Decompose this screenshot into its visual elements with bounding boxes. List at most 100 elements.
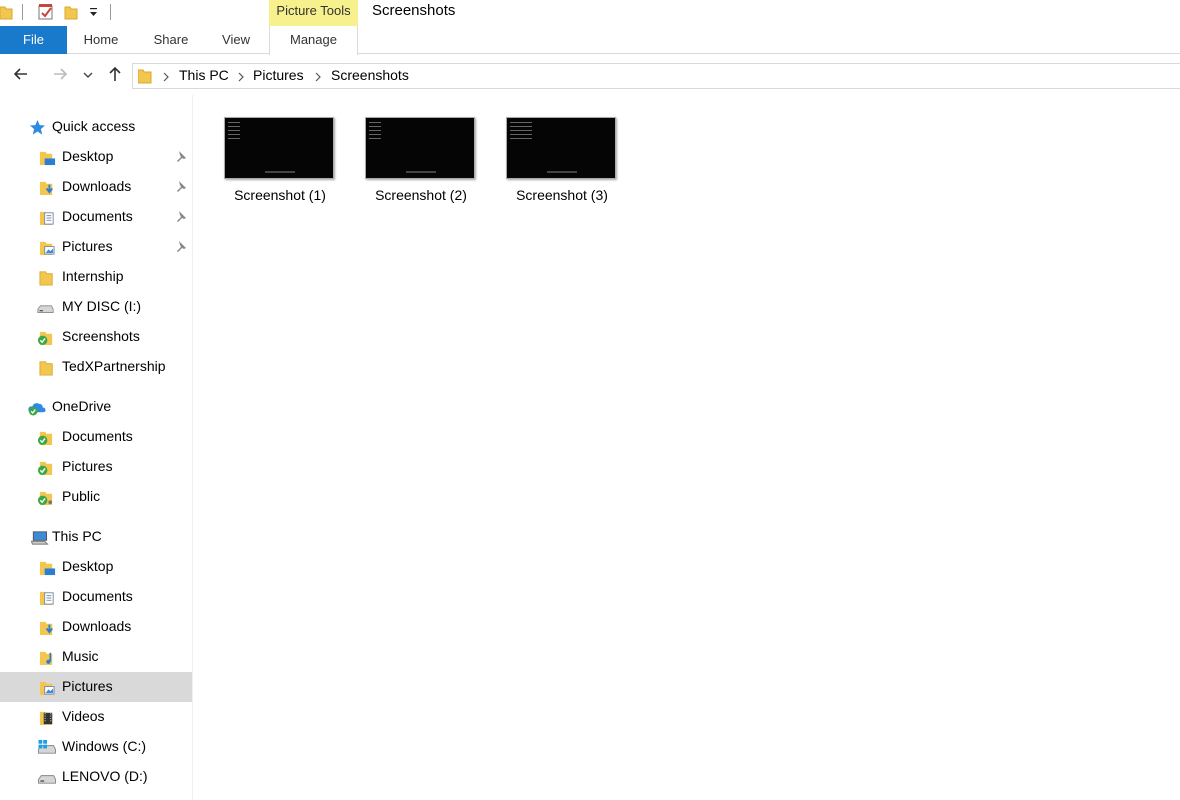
sidebar-item-lenovo-drive[interactable]: LENOVO (D:) bbox=[0, 762, 192, 792]
chevron-right-icon[interactable] bbox=[314, 72, 322, 82]
sidebar-item-pc-documents[interactable]: Documents bbox=[0, 582, 192, 612]
sidebar-item-label: This PC bbox=[52, 528, 102, 544]
sidebar-item-label: OneDrive bbox=[52, 398, 112, 414]
sidebar-item-label: Music bbox=[62, 648, 99, 664]
image-thumbnail bbox=[365, 117, 475, 179]
desktop-folder-icon bbox=[39, 561, 56, 576]
sidebar-item-label: Internship bbox=[62, 268, 124, 284]
sidebar-item-desktop[interactable]: Desktop bbox=[0, 142, 192, 172]
recent-locations-chevron-down-icon[interactable] bbox=[80, 63, 96, 85]
sidebar-item-label: Documents bbox=[62, 588, 133, 604]
sidebar-item-screenshots[interactable]: Screenshots bbox=[0, 322, 192, 352]
tab-share[interactable]: Share bbox=[140, 26, 202, 54]
file-name: Screenshot (2) bbox=[375, 187, 467, 203]
tab-home[interactable]: Home bbox=[70, 26, 132, 54]
sidebar-item-label: Screenshots bbox=[62, 328, 140, 344]
synced-folder-icon bbox=[37, 461, 53, 476]
computer-icon bbox=[30, 531, 49, 545]
up-icon[interactable] bbox=[104, 63, 126, 85]
sidebar-item-label: Quick access bbox=[52, 118, 136, 134]
pin-icon[interactable] bbox=[174, 240, 188, 254]
sidebar-item-windows-drive[interactable]: Windows (C:) bbox=[0, 732, 192, 762]
documents-folder-icon bbox=[39, 211, 54, 226]
file-list-view[interactable]: Screenshot (1) Screenshot (2) Screenshot… bbox=[200, 105, 1180, 800]
sidebar-item-documents[interactable]: Documents bbox=[0, 202, 192, 232]
sidebar-item-quick-access[interactable]: Quick access bbox=[0, 112, 192, 142]
forward-icon[interactable] bbox=[49, 63, 71, 85]
shared-folder-icon bbox=[37, 491, 53, 506]
file-name: Screenshot (1) bbox=[234, 187, 326, 203]
sidebar-item-label: LENOVO (D:) bbox=[62, 768, 148, 784]
sidebar-item-pictures[interactable]: Pictures bbox=[0, 232, 192, 262]
breadcrumb-screenshots[interactable]: Screenshots bbox=[331, 67, 409, 83]
tab-view[interactable]: View bbox=[205, 26, 267, 54]
sidebar-item-internship[interactable]: Internship bbox=[0, 262, 192, 292]
navigation-pane: Quick access Desktop Downloads Documents bbox=[0, 112, 192, 800]
drive-icon bbox=[37, 305, 54, 314]
sidebar-item-label: Downloads bbox=[62, 178, 132, 194]
tab-file[interactable]: File bbox=[0, 26, 67, 54]
file-item[interactable]: Screenshot (3) bbox=[506, 117, 630, 227]
sidebar-item-pc-music[interactable]: Music bbox=[0, 642, 192, 672]
windows-drive-icon bbox=[38, 739, 56, 754]
sidebar-item-label: Pictures bbox=[62, 678, 113, 694]
picture-tools-context-label: Picture Tools bbox=[269, 0, 358, 26]
sidebar-item-downloads[interactable]: Downloads bbox=[0, 172, 192, 202]
pin-icon[interactable] bbox=[174, 210, 188, 224]
sidebar-item-onedrive-pictures[interactable]: Pictures bbox=[0, 452, 192, 482]
folder-icon bbox=[39, 361, 53, 376]
folder-icon bbox=[0, 6, 13, 20]
sidebar-item-label: Public bbox=[62, 488, 101, 504]
customize-toolbar-icon[interactable] bbox=[88, 6, 98, 18]
sidebar-item-onedrive-documents[interactable]: Documents bbox=[0, 422, 192, 452]
onedrive-cloud-icon bbox=[28, 403, 46, 416]
sidebar-item-my-disc[interactable]: MY DISC (I:) bbox=[0, 292, 192, 322]
sidebar-item-label: TedXPartnership bbox=[62, 358, 166, 374]
pictures-folder-icon bbox=[39, 681, 55, 696]
downloads-folder-icon bbox=[39, 621, 53, 636]
synced-folder-icon bbox=[37, 331, 53, 346]
drive-icon bbox=[38, 775, 56, 784]
folder-icon bbox=[138, 69, 152, 84]
pane-divider[interactable] bbox=[192, 95, 193, 800]
sidebar-item-label: Desktop bbox=[62, 148, 114, 164]
sidebar-item-pc-downloads[interactable]: Downloads bbox=[0, 612, 192, 642]
music-folder-icon bbox=[39, 651, 53, 666]
chevron-right-icon[interactable] bbox=[237, 72, 245, 82]
sidebar-item-onedrive-public[interactable]: Public bbox=[0, 482, 192, 512]
sidebar-item-pc-videos[interactable]: Videos bbox=[0, 702, 192, 732]
sidebar-item-onedrive[interactable]: OneDrive bbox=[0, 392, 192, 422]
sidebar-item-label: Pictures bbox=[62, 238, 113, 254]
star-icon bbox=[29, 119, 46, 135]
downloads-folder-icon bbox=[39, 181, 53, 196]
sidebar-item-label: Documents bbox=[62, 208, 133, 224]
pin-icon[interactable] bbox=[174, 180, 188, 194]
documents-folder-icon bbox=[39, 591, 54, 606]
navigation-bar: This PC Pictures Screenshots bbox=[0, 55, 1180, 95]
toolbar-separator bbox=[110, 4, 111, 20]
folder-icon bbox=[39, 271, 53, 286]
new-folder-icon[interactable] bbox=[64, 4, 78, 20]
pictures-folder-icon bbox=[39, 241, 55, 256]
synced-folder-icon bbox=[37, 431, 53, 446]
toolbar-separator bbox=[22, 4, 23, 20]
sidebar-item-pc-desktop[interactable]: Desktop bbox=[0, 552, 192, 582]
chevron-right-icon[interactable] bbox=[162, 72, 170, 82]
tab-manage[interactable]: Manage bbox=[269, 26, 358, 55]
videos-folder-icon bbox=[39, 711, 53, 726]
breadcrumb-pictures[interactable]: Pictures bbox=[253, 67, 304, 83]
address-bar[interactable]: This PC Pictures Screenshots bbox=[132, 63, 1180, 89]
sidebar-item-tedxpartnership[interactable]: TedXPartnership bbox=[0, 352, 192, 382]
window-title: Screenshots bbox=[372, 2, 456, 19]
sidebar-item-label: Pictures bbox=[62, 458, 113, 474]
file-item[interactable]: Screenshot (1) bbox=[224, 117, 348, 227]
back-icon[interactable] bbox=[10, 63, 32, 85]
breadcrumb-this-pc[interactable]: This PC bbox=[179, 67, 229, 83]
properties-icon[interactable] bbox=[37, 3, 55, 21]
sidebar-item-label: Windows (C:) bbox=[62, 738, 147, 754]
sidebar-item-pc-pictures[interactable]: Pictures bbox=[0, 672, 192, 702]
sidebar-item-this-pc[interactable]: This PC bbox=[0, 522, 192, 552]
desktop-folder-icon bbox=[39, 151, 56, 166]
pin-icon[interactable] bbox=[174, 150, 188, 164]
file-item[interactable]: Screenshot (2) bbox=[365, 117, 489, 227]
